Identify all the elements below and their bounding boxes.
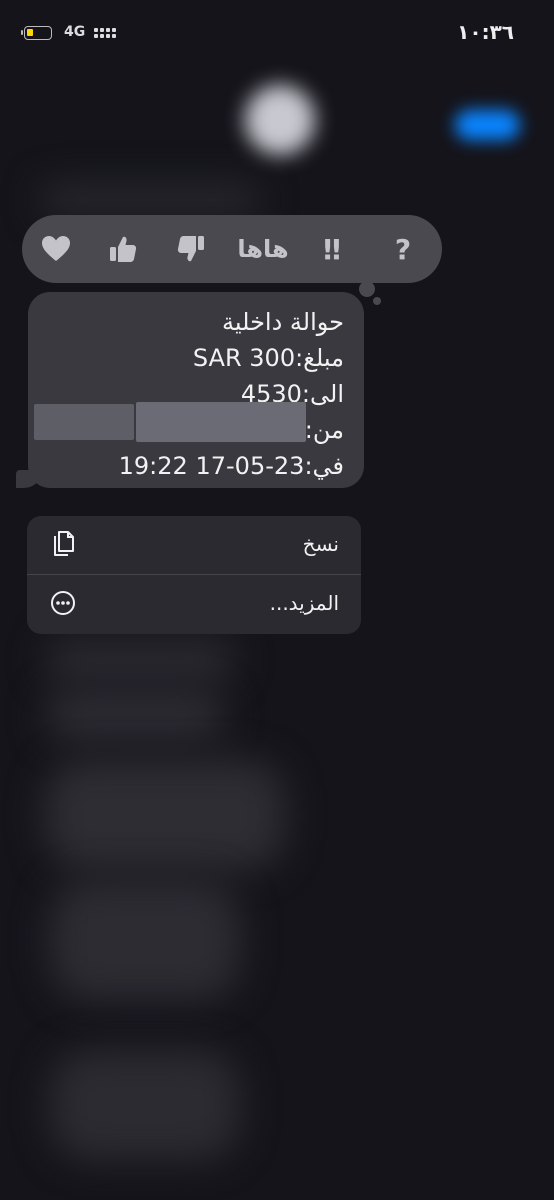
copy-menu-item[interactable]: نسخ <box>27 516 361 575</box>
thumbs-down-icon[interactable] <box>171 229 211 269</box>
battery-icon <box>21 26 52 40</box>
status-time: ١٠:٣٦ <box>457 20 514 44</box>
more-label: المزيد... <box>269 591 339 615</box>
more-icon <box>51 591 75 615</box>
more-menu-item[interactable]: المزيد... <box>27 575 361 633</box>
redaction-box <box>136 402 306 442</box>
haha-label: هاها <box>237 235 289 263</box>
status-bar: 4G ١٠:٣٦ <box>0 0 554 60</box>
signal-icon <box>94 26 118 42</box>
tapback-bar: هاها ‼ ? <box>22 215 442 283</box>
message-line-amount: مبلغ:300 SAR <box>192 344 344 372</box>
exclamation-icon[interactable]: ‼ <box>312 229 352 269</box>
thumbs-up-icon[interactable] <box>103 229 143 269</box>
message-bubble[interactable]: حوالة داخلية مبلغ:300 SAR الى:4530 من: ف… <box>28 292 364 488</box>
tapback-tail-small <box>373 297 381 305</box>
message-line-date: في:23-05-17 19:22 <box>118 452 344 480</box>
heart-icon[interactable] <box>36 229 76 269</box>
network-type: 4G <box>64 24 86 40</box>
redaction-box <box>34 404 134 440</box>
question-icon[interactable]: ? <box>383 229 423 269</box>
message-line-title: حوالة داخلية <box>222 308 344 336</box>
haha-button[interactable]: هاها <box>237 229 289 269</box>
copy-label: نسخ <box>302 532 339 556</box>
tapback-tail <box>359 281 375 297</box>
copy-icon <box>54 531 74 556</box>
context-menu: نسخ المزيد... <box>27 516 361 634</box>
